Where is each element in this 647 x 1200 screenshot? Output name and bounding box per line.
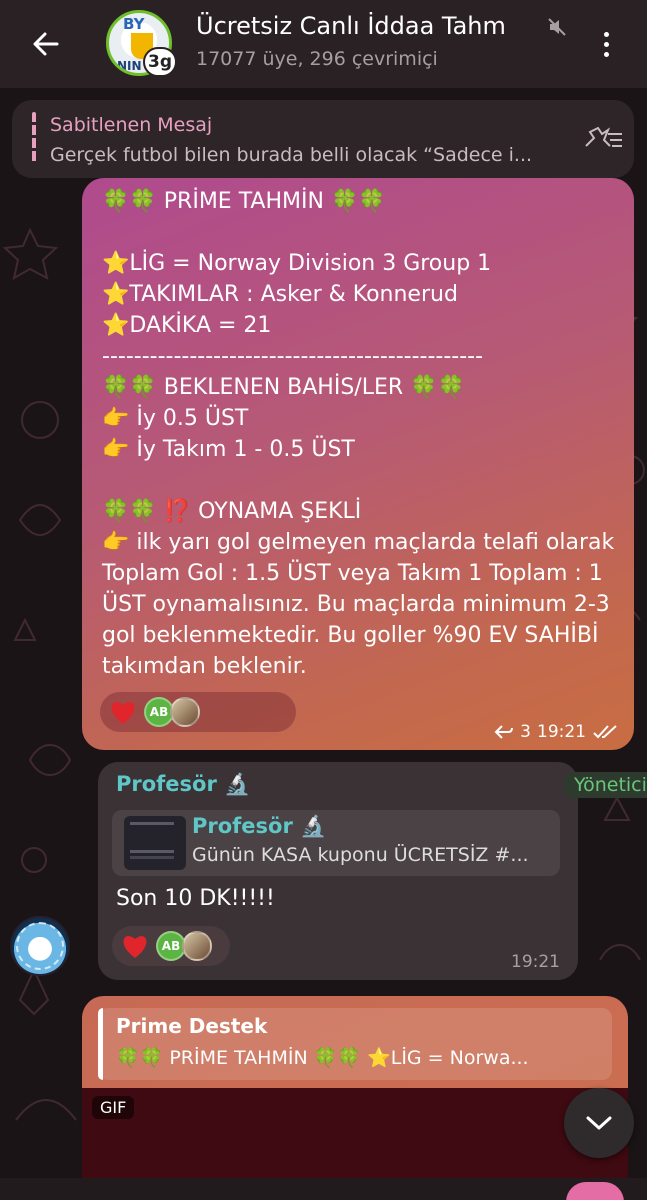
chat-title[interactable]: Ücretsiz Canlı İddaa Tahm [196, 12, 542, 44]
reactor-avatar [170, 697, 200, 727]
back-button[interactable] [24, 22, 68, 66]
pin-list-icon[interactable] [582, 124, 626, 156]
arrow-left-icon [33, 32, 59, 56]
message-bubble-prime-tahmin[interactable]: 🍀🍀 PRİME TAHMİN 🍀🍀 ⭐LİG = Norway Divisio… [82, 178, 634, 750]
avatar-text-top: BY [123, 15, 145, 33]
heart-icon[interactable] [118, 929, 152, 963]
pinned-message-bar[interactable]: Sabitlenen Mesaj Gerçek futbol bilen bur… [12, 100, 634, 178]
pinned-indicator [32, 112, 36, 164]
reply-text: 🍀🍀 PRİME TAHMİN 🍀🍀 ⭐LİG = Norwa... [116, 1047, 529, 1069]
avatar-ring [16, 922, 64, 970]
sender-avatar[interactable] [10, 916, 70, 976]
bottom-input-bar [0, 1178, 647, 1200]
message-meta: 3 19:21 [494, 722, 620, 742]
message-text: 🍀🍀 PRİME TAHMİN 🍀🍀 ⭐LİG = Norway Divisio… [102, 189, 615, 679]
reply-indicator [98, 1008, 103, 1080]
reply-preview[interactable]: Prime Destek 🍀🍀 PRİME TAHMİN 🍀🍀 ⭐LİG = N… [98, 1008, 612, 1080]
reply-sender: Prime Destek [116, 1014, 268, 1038]
message-time: 19:21 [537, 722, 586, 742]
pinned-text: Gerçek futbol bilen burada belli olacak … [50, 144, 533, 166]
reply-thumbnail [124, 816, 186, 870]
more-vertical-icon [603, 31, 609, 37]
reactor-avatar [182, 931, 212, 961]
double-check-icon [593, 725, 617, 739]
mute-icon [548, 18, 566, 36]
pinned-label: Sabitlenen Mesaj [50, 114, 213, 136]
reply-preview[interactable]: Profesör 🔬 Günün KASA kuponu ÜCRETSİZ #.… [112, 810, 560, 876]
chat-header: BY NIN 3g Ücretsiz Canlı İddaa Tahm 1707… [0, 0, 647, 88]
gif-badge: GIF [92, 1096, 135, 1119]
message-time: 19:21 [511, 952, 560, 972]
admin-badge: Yönetici [564, 772, 647, 798]
reactions-bar[interactable]: AB [112, 926, 230, 966]
scroll-down-button[interactable] [564, 1088, 634, 1158]
reply-sender: Profesör 🔬 [192, 814, 327, 838]
reply-count: 3 [520, 722, 531, 742]
chat-subtitle: 17077 üye, 296 çevrimiçi [196, 48, 438, 70]
message-bubble-prime-destek[interactable]: Prime Destek 🍀🍀 PRİME TAHMİN 🍀🍀 ⭐LİG = N… [82, 996, 628, 1200]
avatar-badge: 3g [143, 47, 177, 77]
chevron-down-icon [586, 1116, 612, 1130]
message-bubble-profesor[interactable]: Profesör 🔬 Yönetici Profesör 🔬 Günün KAS… [98, 762, 647, 980]
reply-text: Günün KASA kuponu ÜCRETSİZ #... [192, 844, 529, 866]
reactions-bar[interactable]: AB [100, 692, 296, 732]
avatar-text-bottom: NIN [117, 59, 142, 73]
send-button[interactable] [566, 1182, 624, 1200]
heart-icon[interactable] [106, 695, 140, 729]
reply-arrow-icon [494, 725, 514, 739]
sender-name[interactable]: Profesör 🔬 [116, 772, 250, 797]
message-text: Son 10 DK!!!!! [116, 886, 275, 911]
more-options-button[interactable] [590, 22, 622, 66]
